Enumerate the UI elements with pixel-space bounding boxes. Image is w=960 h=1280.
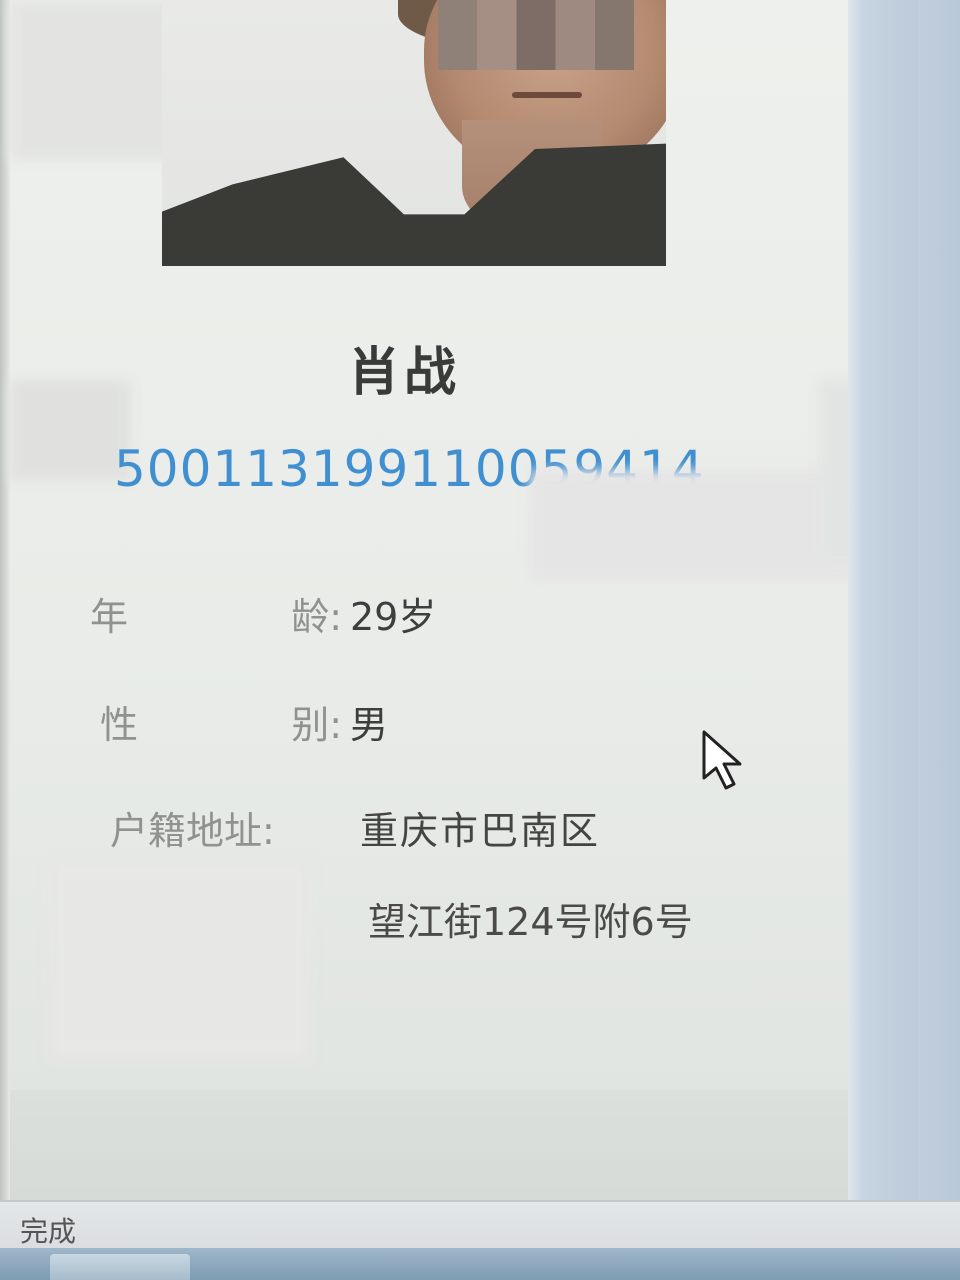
person-name: 肖战 (348, 343, 461, 403)
gender-value: 男 (350, 703, 389, 747)
taskbar (0, 1248, 960, 1280)
age-row: 年 龄: 29岁 (90, 586, 436, 641)
profile-panel: 肖战 500113199110059414 年 龄: 29岁 性 别: 男 户籍… (10, 0, 870, 1090)
address-label: 户籍地址: (110, 809, 275, 853)
address-value: 重庆市巴南区 (360, 809, 601, 853)
home-address-value: 望江街124号附6号 (368, 900, 693, 944)
censor-mosaic (438, 0, 634, 70)
blurred-region (10, 380, 130, 480)
taskbar-button[interactable] (50, 1254, 190, 1280)
gender-label: 性 别: (100, 703, 342, 747)
status-bar: 完成 (0, 1200, 960, 1250)
gender-row: 性 别: 男 (90, 694, 388, 749)
blurred-region (530, 470, 870, 580)
blurred-label-region (50, 860, 310, 1060)
id-photo (162, 0, 666, 266)
mouse-pointer-icon (702, 730, 742, 790)
browser-window: 肖战 500113199110059414 年 龄: 29岁 性 别: 男 户籍… (0, 0, 960, 1280)
window-left-edge (0, 0, 10, 1210)
status-text: 完成 (20, 1215, 77, 1248)
age-value: 29岁 (350, 595, 437, 639)
age-label: 年 龄: (90, 595, 342, 639)
window-scroll-region[interactable] (862, 0, 918, 1210)
address-row: 户籍地址: 重庆市巴南区 (90, 800, 600, 855)
